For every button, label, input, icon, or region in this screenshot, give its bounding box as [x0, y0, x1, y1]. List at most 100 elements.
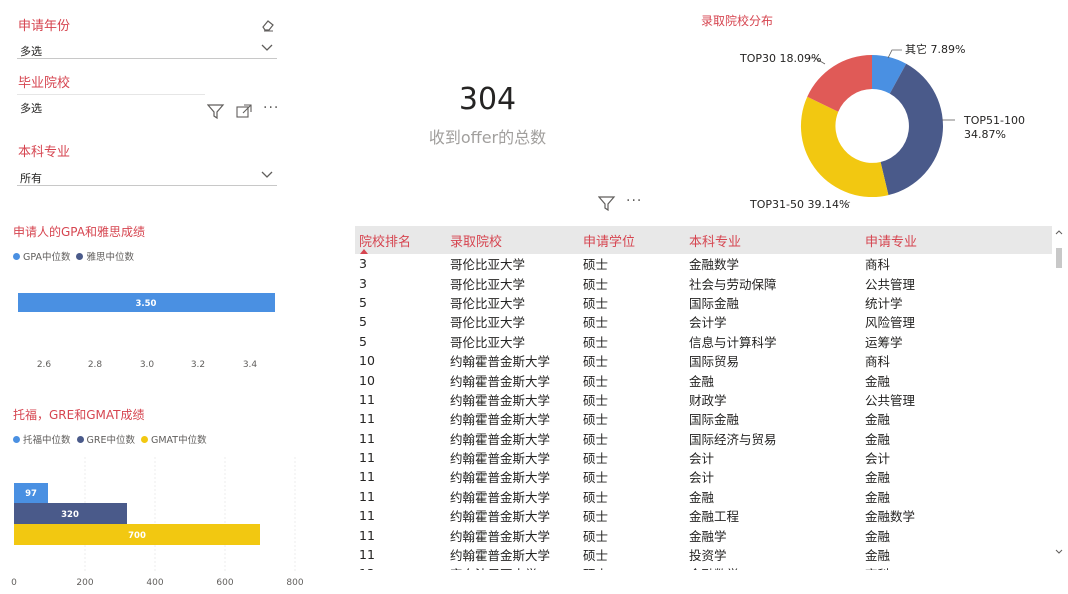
table-cell: 硕士 [583, 373, 609, 389]
table-cell: 国际经济与贸易 [689, 431, 777, 447]
table-row[interactable]: 11 约翰霍普金斯大学 硕士 金融工程 金融数学 [355, 506, 1052, 525]
table-cell: 硕士 [583, 548, 609, 564]
scrollbar-thumb[interactable] [1056, 248, 1062, 268]
table-cell: 约翰霍普金斯大学 [450, 354, 551, 370]
table-cell: 11 [359, 547, 375, 563]
filter-icon[interactable] [207, 103, 225, 119]
offer-count-value: 304 [458, 82, 517, 117]
table-row[interactable]: 3 哥伦比亚大学 硕士 社会与劳动保障 公共管理 [355, 273, 1052, 292]
table-row[interactable]: 12宾夕法尼亚大学硕士金融数学商科 [355, 564, 1052, 570]
table-cell: 公共管理 [865, 276, 916, 292]
sort-ascending-icon [360, 249, 368, 254]
table-cell: 金融数学 [685, 564, 861, 570]
major-dropdown[interactable]: 所有 [17, 164, 277, 186]
table-cell: 约翰霍普金斯大学 [450, 412, 551, 428]
major-dropdown-value: 所有 [20, 172, 42, 185]
table-row[interactable]: 11 约翰霍普金斯大学 硕士 国际经济与贸易 金融 [355, 429, 1052, 448]
table-cell: 金融 [865, 470, 891, 486]
table-cell: 统计学 [865, 295, 903, 311]
column-header-rank[interactable]: 院校排名 [355, 226, 446, 254]
table-cell: 社会与劳动保障 [689, 276, 777, 292]
table-cell: 金融工程 [689, 509, 740, 525]
table-row[interactable]: 10 约翰霍普金斯大学 硕士 国际贸易 商科 [355, 351, 1052, 370]
table-cell: 哥伦比亚大学 [450, 257, 526, 273]
table-cell: 10 [359, 353, 375, 369]
table-cell: 金融 [689, 489, 715, 505]
legend-gpa: GPA中位数 [13, 249, 70, 263]
admissions-table: 院校排名 录取院校 申请学位 本科专业 申请专业 3 哥伦比亚大学 硕士 金融数学 商科… [355, 226, 1052, 570]
table-cell: 运筹学 [865, 334, 903, 350]
column-header-degree[interactable]: 申请学位 [579, 226, 685, 254]
table-cell: 金融数学 [865, 509, 916, 525]
table-cell: 宾夕法尼亚大学 [446, 564, 579, 570]
table-cell: 商科 [865, 354, 891, 370]
donut-label-other: 其它 7.89% [905, 42, 965, 56]
table-cell: 投资学 [689, 548, 727, 564]
table-cell: 信息与计算科学 [689, 334, 777, 350]
test-tick: 0 [11, 578, 17, 588]
table-cell: 约翰霍普金斯大学 [450, 451, 551, 467]
more-options-icon[interactable]: ··· [626, 193, 642, 209]
table-cell: 约翰霍普金斯大学 [450, 431, 551, 447]
table-row[interactable]: 3 哥伦比亚大学 硕士 金融数学 商科 [355, 254, 1052, 273]
table-row[interactable]: 11 约翰霍普金斯大学 硕士 国际金融 金融 [355, 409, 1052, 428]
table-row[interactable]: 5 哥伦比亚大学 硕士 国际金融 统计学 [355, 293, 1052, 312]
table-row[interactable]: 11 约翰霍普金斯大学 硕士 会计 金融 [355, 467, 1052, 486]
donut-slice-top31-50[interactable] [800, 96, 889, 198]
table-row[interactable]: 11 约翰霍普金斯大学 硕士 会计 会计 [355, 448, 1052, 467]
table-cell: 硕士 [583, 489, 609, 505]
table-cell: 11 [359, 527, 375, 543]
table-cell: 硕士 [583, 354, 609, 370]
table-row[interactable]: 5 哥伦比亚大学 硕士 会计学 风险管理 [355, 312, 1052, 331]
table-row[interactable]: 11 约翰霍普金斯大学 硕士 金融 金融 [355, 487, 1052, 506]
table-cell: 约翰霍普金斯大学 [450, 392, 551, 408]
focus-mode-icon[interactable] [236, 104, 252, 118]
table-cell: 哥伦比亚大学 [450, 334, 526, 350]
test-tick: 400 [146, 578, 163, 588]
column-header-label: 录取院校 [450, 234, 503, 250]
more-options-icon[interactable]: ··· [263, 100, 279, 116]
table-row[interactable]: 5 哥伦比亚大学 硕士 信息与计算科学 运筹学 [355, 332, 1052, 351]
school-slicer-title: 毕业院校 [18, 76, 71, 91]
chevron-up-icon[interactable] [1055, 229, 1063, 235]
school-dropdown[interactable]: 多选 [17, 94, 205, 116]
table-row[interactable]: 11 约翰霍普金斯大学 硕士 财政学 公共管理 [355, 390, 1052, 409]
legend-toefl: 托福中位数 [13, 432, 71, 446]
table-row[interactable]: 11 约翰霍普金斯大学 硕士 金融学 金融 [355, 525, 1052, 544]
table-cell: 10 [359, 372, 375, 388]
donut-chart-title: 录取院校分布 [701, 14, 774, 28]
table-row[interactable]: 11 约翰霍普金斯大学 硕士 投资学 金融 [355, 545, 1052, 564]
column-header-label: 院校排名 [359, 234, 412, 250]
column-header-label: 申请学位 [583, 234, 636, 250]
filter-icon[interactable] [598, 195, 616, 211]
table-cell: 风险管理 [865, 315, 916, 331]
table-cell: 3 [359, 275, 367, 291]
table-cell: 约翰霍普金斯大学 [450, 373, 551, 389]
table-cell: 商科 [865, 257, 891, 273]
toefl-bar-label: 97 [25, 489, 37, 499]
table-cell: 金融 [865, 548, 891, 564]
column-header-applied-major[interactable]: 申请专业 [861, 226, 1052, 254]
table-cell: 公共管理 [865, 392, 916, 408]
chevron-down-icon[interactable] [1055, 549, 1063, 555]
test-tick: 800 [286, 578, 303, 588]
column-header-label: 本科专业 [689, 234, 742, 250]
table-cell: 约翰霍普金斯大学 [450, 509, 551, 525]
gpa-tick: 3.0 [140, 360, 155, 370]
column-header-school[interactable]: 录取院校 [446, 226, 579, 254]
year-dropdown[interactable]: 多选 [17, 37, 277, 59]
gre-bar-label: 320 [61, 510, 79, 520]
table-row[interactable]: 10 约翰霍普金斯大学 硕士 金融 金融 [355, 370, 1052, 389]
column-header-undergrad-major[interactable]: 本科专业 [685, 226, 861, 254]
gpa-tick: 2.8 [88, 360, 103, 370]
table-cell: 12 [355, 564, 446, 570]
table-cell: 国际金融 [689, 412, 740, 428]
table-cell: 硕士 [583, 451, 609, 467]
table-scrollbar[interactable] [1054, 226, 1064, 570]
table-cell: 硕士 [583, 470, 609, 486]
table-cell: 11 [359, 469, 375, 485]
table-cell: 硕士 [583, 257, 609, 273]
table-cell: 硕士 [583, 315, 609, 331]
table-cell: 硕士 [583, 412, 609, 428]
eraser-icon[interactable] [261, 18, 275, 32]
